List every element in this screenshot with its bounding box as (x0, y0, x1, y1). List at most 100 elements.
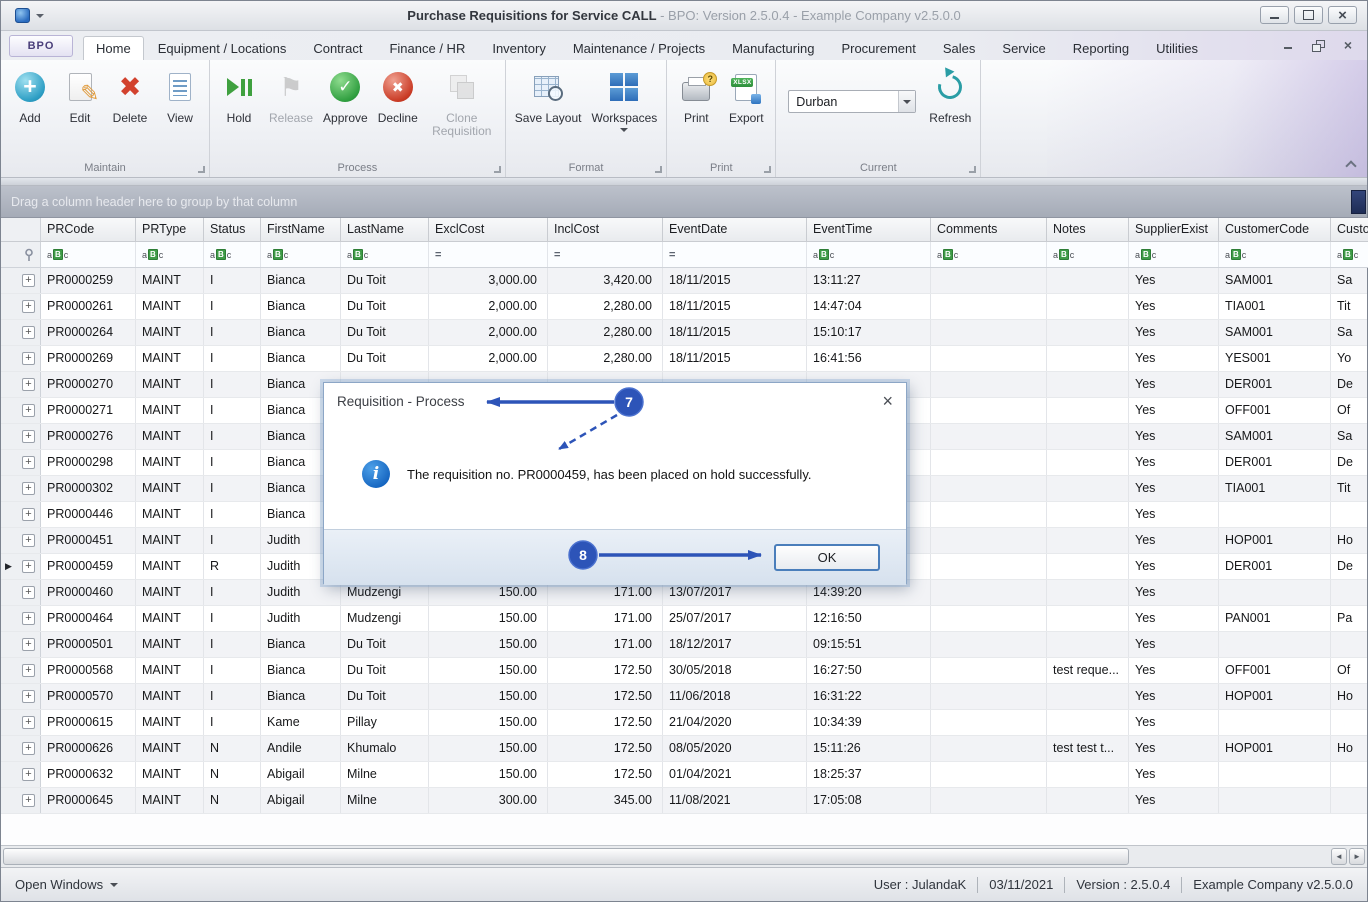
cell-customername[interactable]: Sa (1331, 320, 1367, 345)
table-row-PR0000615[interactable]: + PR0000615 MAINT I Kame Pillay 150.00 172.50 21… (1, 710, 1367, 736)
cell-notes[interactable] (1047, 762, 1129, 787)
cell-comments[interactable] (931, 684, 1047, 709)
cell-notes[interactable] (1047, 580, 1129, 605)
edit-button[interactable]: Edit (55, 60, 105, 125)
cell-notes[interactable] (1047, 684, 1129, 709)
filter-cell-firstname[interactable]: aBc (261, 242, 341, 267)
cell-customername[interactable]: Ho (1331, 684, 1367, 709)
cell-comments[interactable] (931, 294, 1047, 319)
cell-eventtime[interactable]: 15:10:17 (807, 320, 931, 345)
cell-firstname[interactable]: Abigail (261, 788, 341, 813)
cell-comments[interactable] (931, 762, 1047, 787)
cell-lastname[interactable]: Khumalo (341, 736, 429, 761)
table-row-PR0000570[interactable]: + PR0000570 MAINT I Bianca Du Toit 150.00 172.5… (1, 684, 1367, 710)
tab-sales[interactable]: Sales (930, 36, 989, 60)
cell-comments[interactable] (931, 450, 1047, 475)
cell-eventtime[interactable]: 16:41:56 (807, 346, 931, 371)
cell-prtype[interactable]: MAINT (136, 788, 204, 813)
cell-lastname[interactable]: Du Toit (341, 294, 429, 319)
current-dialog-launcher-icon[interactable] (969, 166, 977, 173)
expand-row-icon[interactable]: + (22, 404, 35, 417)
cell-customername[interactable] (1331, 762, 1367, 787)
cell-status[interactable]: I (204, 320, 261, 345)
cell-comments[interactable] (931, 554, 1047, 579)
cell-supplierexist[interactable]: Yes (1129, 788, 1219, 813)
cell-status[interactable]: I (204, 502, 261, 527)
cell-prcode[interactable]: PR0000568 (41, 658, 136, 683)
cell-eventtime[interactable]: 18:25:37 (807, 762, 931, 787)
cell-customercode[interactable]: DER001 (1219, 450, 1331, 475)
cell-notes[interactable] (1047, 320, 1129, 345)
cell-notes[interactable] (1047, 372, 1129, 397)
horizontal-scrollbar[interactable]: ◄ ► (1, 845, 1367, 867)
quick-access-caret-icon[interactable] (36, 13, 44, 18)
cell-prcode[interactable]: PR0000501 (41, 632, 136, 657)
expand-row-icon[interactable]: + (22, 664, 35, 677)
cell-customername[interactable]: De (1331, 372, 1367, 397)
cell-eventtime[interactable]: 10:34:39 (807, 710, 931, 735)
expand-row-icon[interactable]: + (22, 482, 35, 495)
format-dialog-launcher-icon[interactable] (655, 166, 663, 173)
delete-button[interactable]: Delete (105, 60, 155, 125)
cell-comments[interactable] (931, 320, 1047, 345)
cell-status[interactable]: I (204, 450, 261, 475)
cell-comments[interactable] (931, 424, 1047, 449)
expand-row-icon[interactable]: + (22, 716, 35, 729)
cell-notes[interactable] (1047, 424, 1129, 449)
cell-supplierexist[interactable]: Yes (1129, 606, 1219, 631)
cell-supplierexist[interactable]: Yes (1129, 736, 1219, 761)
filter-cell-notes[interactable]: aBc (1047, 242, 1129, 267)
cell-customername[interactable]: Ho (1331, 736, 1367, 761)
cell-eventtime[interactable]: 09:15:51 (807, 632, 931, 657)
cell-status[interactable]: I (204, 684, 261, 709)
cell-status[interactable]: I (204, 580, 261, 605)
cell-comments[interactable] (931, 736, 1047, 761)
cell-customername[interactable] (1331, 710, 1367, 735)
cell-firstname[interactable]: Andile (261, 736, 341, 761)
filter-cell-supplierexist[interactable]: aBc (1129, 242, 1219, 267)
cell-inclcost[interactable]: 3,420.00 (548, 268, 663, 293)
column-header-inclcost[interactable]: InclCost (548, 218, 663, 241)
clone-requisition-button[interactable]: Clone Requisition (423, 60, 501, 138)
add-button[interactable]: Add (5, 60, 55, 125)
cell-eventdate[interactable]: 01/04/2021 (663, 762, 807, 787)
cell-customercode[interactable]: SAM001 (1219, 424, 1331, 449)
cell-prcode[interactable]: PR0000459 (41, 554, 136, 579)
cell-lastname[interactable]: Du Toit (341, 268, 429, 293)
table-row-PR0000626[interactable]: + PR0000626 MAINT N Andile Khumalo 150.00 172.5… (1, 736, 1367, 762)
cell-customercode[interactable] (1219, 632, 1331, 657)
filter-cell-status[interactable]: aBc (204, 242, 261, 267)
cell-eventdate[interactable]: 18/11/2015 (663, 268, 807, 293)
filter-cell-eventtime[interactable]: aBc (807, 242, 931, 267)
cell-eventdate[interactable]: 11/06/2018 (663, 684, 807, 709)
cell-firstname[interactable]: Kame (261, 710, 341, 735)
tab-finance-hr[interactable]: Finance / HR (376, 36, 478, 60)
cell-eventtime[interactable]: 13:11:27 (807, 268, 931, 293)
cell-prtype[interactable]: MAINT (136, 398, 204, 423)
cell-lastname[interactable]: Milne (341, 788, 429, 813)
cell-customername[interactable] (1331, 580, 1367, 605)
cell-exclcost[interactable]: 3,000.00 (429, 268, 548, 293)
cell-customername[interactable]: Of (1331, 658, 1367, 683)
expand-row-icon[interactable]: + (22, 560, 35, 573)
table-row-PR0000501[interactable]: + PR0000501 MAINT I Bianca Du Toit 150.00 171.0… (1, 632, 1367, 658)
cell-comments[interactable] (931, 606, 1047, 631)
cell-lastname[interactable]: Du Toit (341, 632, 429, 657)
cell-firstname[interactable]: Bianca (261, 320, 341, 345)
cell-supplierexist[interactable]: Yes (1129, 554, 1219, 579)
cell-supplierexist[interactable]: Yes (1129, 268, 1219, 293)
cell-customername[interactable] (1331, 788, 1367, 813)
cell-firstname[interactable]: Bianca (261, 294, 341, 319)
cell-prtype[interactable]: MAINT (136, 762, 204, 787)
cell-eventdate[interactable]: 18/11/2015 (663, 320, 807, 345)
ribbon-close-icon[interactable] (1339, 37, 1357, 53)
expand-row-icon[interactable]: + (22, 378, 35, 391)
column-header-status[interactable]: Status (204, 218, 261, 241)
column-header-supplierexist[interactable]: SupplierExist (1129, 218, 1219, 241)
cell-exclcost[interactable]: 150.00 (429, 658, 548, 683)
cell-inclcost[interactable]: 172.50 (548, 658, 663, 683)
cell-customername[interactable]: Tit (1331, 476, 1367, 501)
cell-inclcost[interactable]: 2,280.00 (548, 294, 663, 319)
cell-comments[interactable] (931, 372, 1047, 397)
cell-notes[interactable] (1047, 710, 1129, 735)
